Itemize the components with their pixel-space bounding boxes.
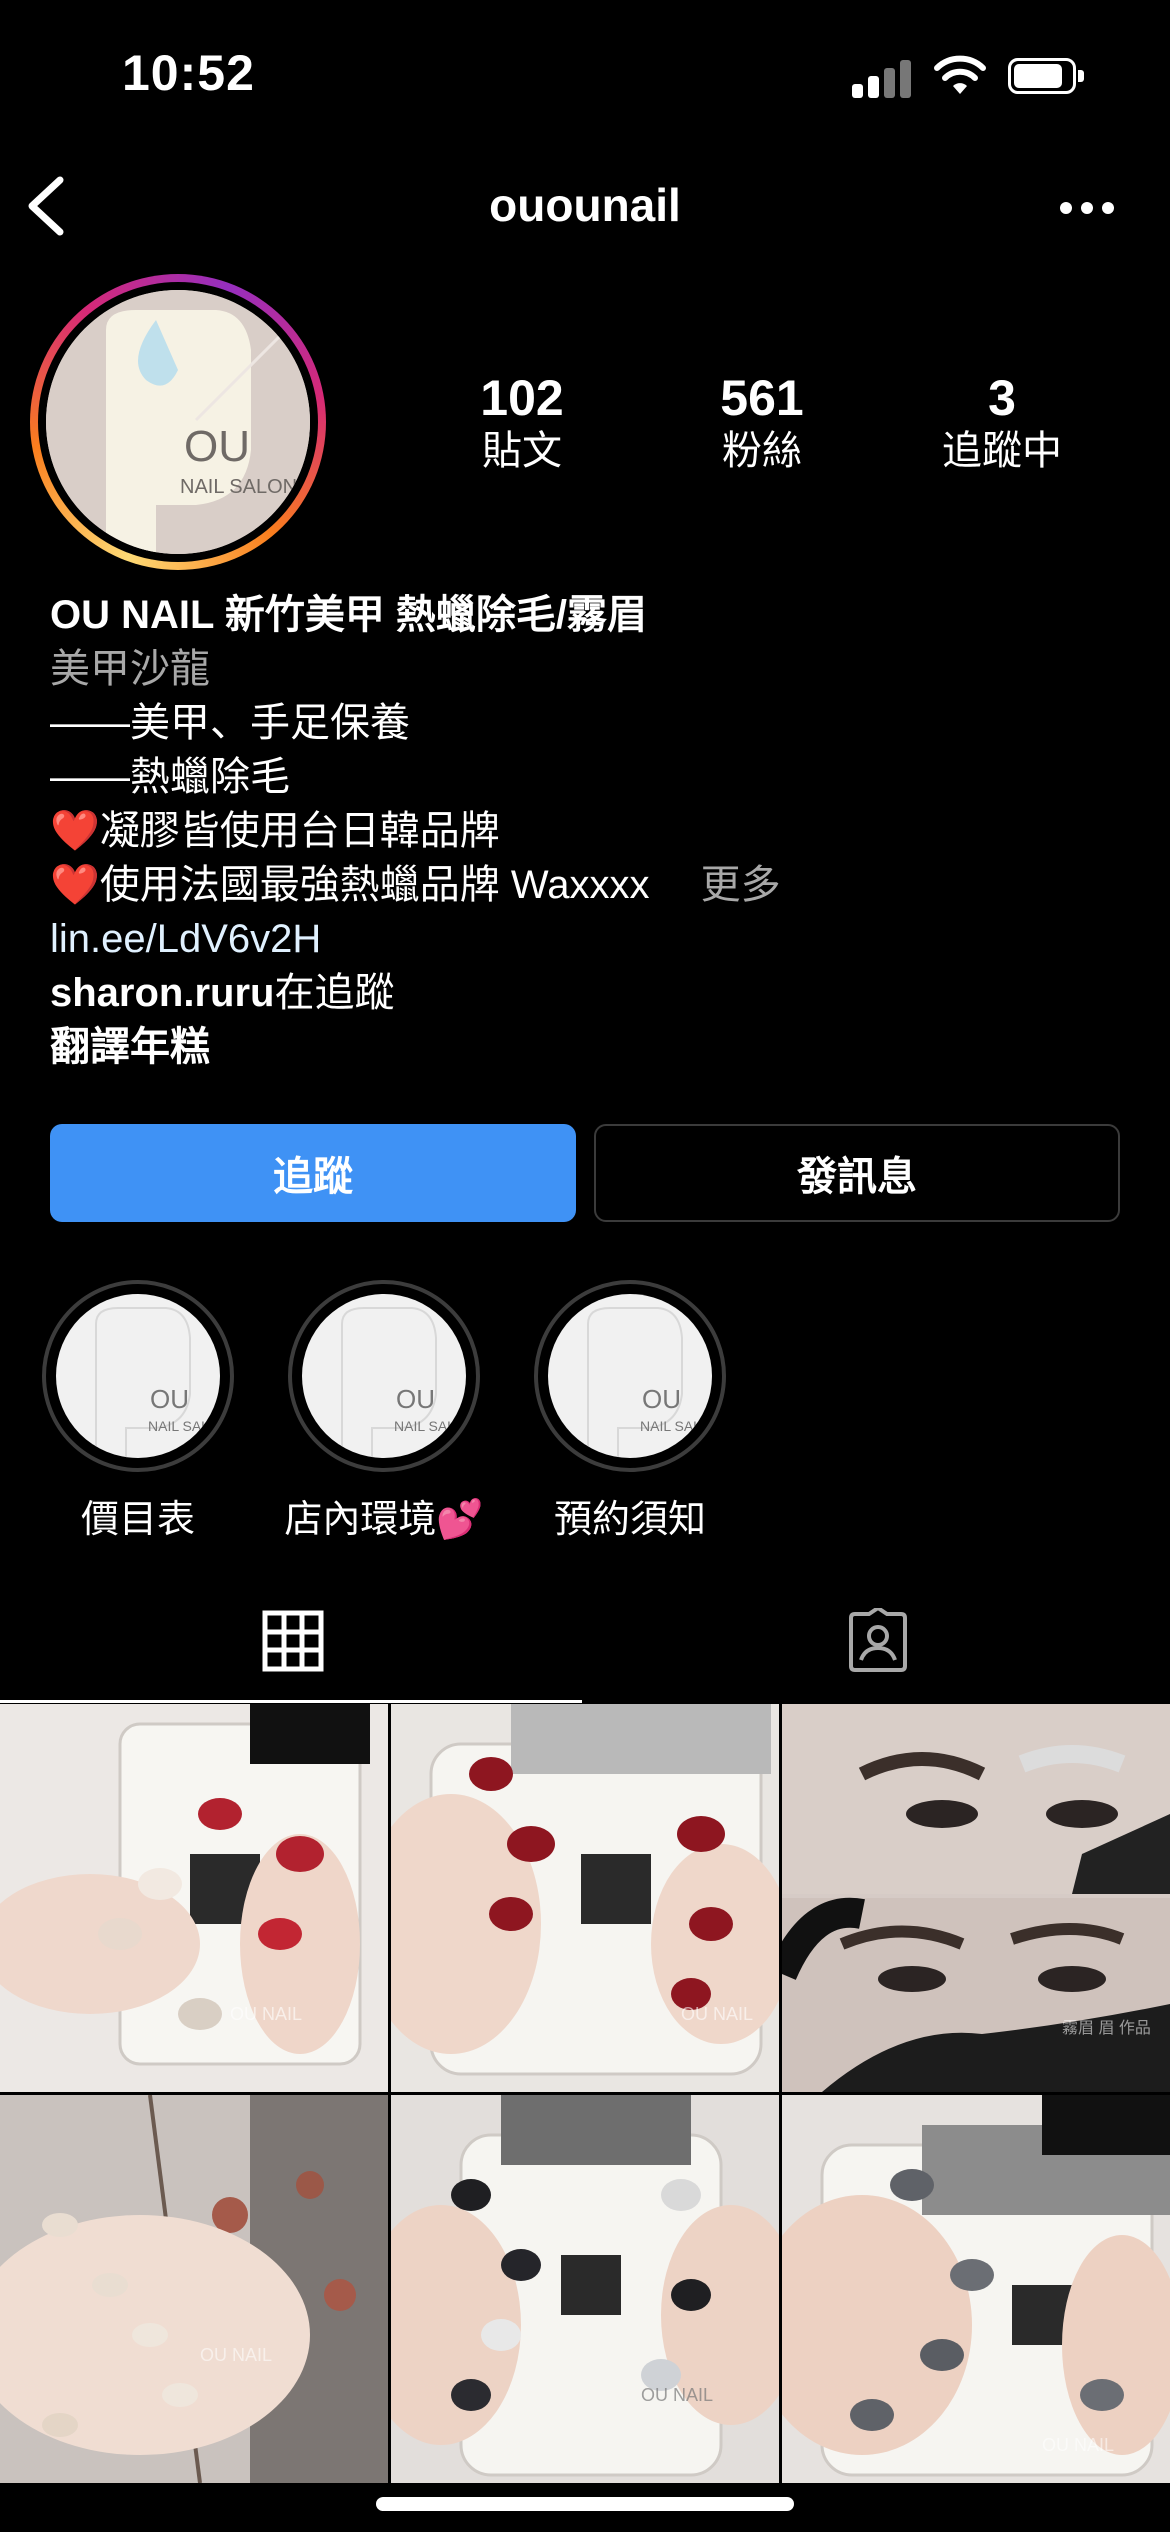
highlight-label: 價目表: [80, 1499, 195, 1541]
translate-bio-link[interactable]: 翻譯年糕: [50, 1020, 1130, 1074]
highlight-label: 店內環境💕: [284, 1499, 484, 1541]
highlight-cover: OU NAIL SALON: [534, 1280, 726, 1472]
followed-by[interactable]: sharon.ruru在追蹤: [50, 966, 1130, 1020]
highlight-store-environment[interactable]: OU NAIL SALON 店內環境💕: [284, 1280, 484, 1543]
bio-website-link[interactable]: lin.ee/LdV6v2H: [50, 912, 1130, 966]
bio-line: ——熱蠟除毛: [50, 755, 290, 799]
logo-ou-text: OU: [184, 422, 250, 471]
highlight-cover: OU NAIL SALON: [288, 1280, 480, 1472]
stat-following[interactable]: 3 追蹤中: [882, 370, 1122, 476]
profile-display-name: OU NAIL 新竹美甲 熱蠟除毛/霧眉: [50, 593, 648, 637]
following-label: 追蹤中: [942, 429, 1062, 473]
salon-logo: OU NAIL SALON: [46, 290, 310, 554]
post-thumbnail[interactable]: OU NAIL: [0, 1704, 388, 2092]
stat-posts[interactable]: 102 貼文: [402, 370, 642, 476]
followed-by-username: sharon.ruru: [50, 971, 275, 1015]
cellular-signal-icon: [852, 58, 912, 98]
message-button[interactable]: 發訊息: [594, 1124, 1120, 1222]
highlight-label: 預約須知: [553, 1499, 706, 1541]
follow-button[interactable]: 追蹤: [50, 1124, 576, 1222]
tagged-posts-icon[interactable]: [845, 1608, 911, 1674]
status-time: 10:52: [122, 45, 255, 101]
highlight-price-list[interactable]: OU NAIL SALON 價目表: [38, 1280, 238, 1543]
post-watermark: OU NAIL: [200, 2345, 273, 2365]
battery-icon: [1008, 58, 1088, 96]
more-options-icon[interactable]: [1060, 202, 1114, 216]
profile-avatar[interactable]: OU NAIL SALON: [30, 274, 326, 570]
stat-followers[interactable]: 561 粉絲: [642, 370, 882, 476]
post-watermark: OU NAIL: [230, 2004, 303, 2024]
logo-nail-salon-text: NAIL SALON: [180, 476, 298, 498]
following-count: 3: [988, 370, 1016, 426]
post-thumbnail[interactable]: OU NAIL: [782, 2095, 1170, 2483]
post-watermark: OU NAIL: [1042, 2435, 1115, 2455]
highlight-cover: OU NAIL SALON: [42, 1280, 234, 1472]
highlight-booking-notice[interactable]: OU NAIL SALON 預約須知: [530, 1280, 730, 1543]
bio-line: ——美甲、手足保養: [50, 701, 410, 745]
bio-more-link[interactable]: 更多: [701, 863, 781, 907]
post-thumbnail[interactable]: 霧眉 眉 作品: [782, 1704, 1170, 2092]
home-indicator[interactable]: [376, 2497, 794, 2511]
post-watermark: 霧眉 眉 作品: [1062, 2020, 1151, 2037]
grid-icon[interactable]: [262, 1610, 324, 1672]
profile-category: 美甲沙龍: [50, 647, 210, 691]
post-watermark: OU NAIL: [681, 2004, 754, 2024]
heart-icon: ❤️: [50, 863, 100, 907]
bio-line: ❤️使用法國最強熱蠟品牌 Waxxxx 更多: [50, 863, 781, 907]
posts-count: 102: [480, 370, 564, 426]
profile-bio: OU NAIL 新竹美甲 熱蠟除毛/霧眉 美甲沙龍 ——美甲、手足保養 ——熱蠟…: [50, 588, 1130, 1074]
profile-username: ouounail: [489, 179, 681, 231]
post-thumbnail[interactable]: OU NAIL: [391, 2095, 779, 2483]
posts-label: 貼文: [482, 429, 562, 473]
post-thumbnail[interactable]: OU NAIL: [391, 1704, 779, 2092]
followers-label: 粉絲: [722, 429, 802, 473]
wifi-icon: [934, 55, 986, 94]
post-watermark: OU NAIL: [641, 2385, 714, 2405]
bio-line: ❤️凝膠皆使用台日韓品牌: [50, 809, 500, 853]
heart-icon: ❤️: [50, 809, 100, 853]
followers-count: 561: [720, 370, 804, 426]
active-tab-indicator: [0, 1700, 582, 1703]
post-thumbnail[interactable]: OU NAIL: [0, 2095, 388, 2483]
